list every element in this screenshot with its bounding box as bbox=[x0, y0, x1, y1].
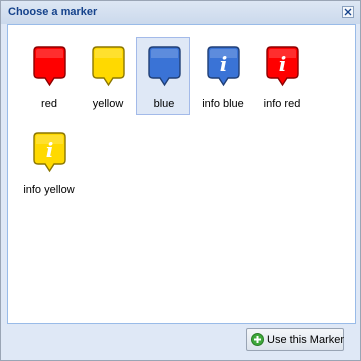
marker-label: info yellow bbox=[23, 184, 75, 196]
use-marker-button-label: Use this Marker bbox=[267, 334, 345, 346]
marker-picker-panel: red yellow blue i info blue i info red i… bbox=[7, 24, 356, 324]
marker-option-blue[interactable]: blue bbox=[136, 37, 190, 115]
close-icon bbox=[344, 8, 352, 16]
blue-marker-icon bbox=[148, 46, 181, 87]
marker-option-info-red[interactable]: i info red bbox=[254, 37, 308, 115]
marker-dialog: Choose a marker red yellow blue i info b… bbox=[0, 0, 361, 361]
close-button[interactable] bbox=[342, 6, 354, 18]
info-blue-marker-icon: i bbox=[207, 46, 240, 87]
marker-label: info red bbox=[263, 98, 301, 110]
marker-highlight bbox=[36, 49, 63, 58]
marker-option-info-blue[interactable]: i info blue bbox=[195, 37, 249, 115]
info-yellow-marker-icon: i bbox=[33, 132, 66, 173]
plus-circle-icon bbox=[251, 333, 264, 346]
info-glyph-icon: i bbox=[46, 138, 54, 162]
info-glyph-icon: i bbox=[279, 52, 287, 76]
marker-highlight bbox=[95, 49, 122, 58]
yellow-marker-icon bbox=[92, 46, 125, 87]
marker-option-red[interactable]: red bbox=[21, 37, 75, 115]
info-red-marker-icon: i bbox=[266, 46, 299, 87]
marker-highlight bbox=[151, 49, 178, 58]
info-glyph-icon: i bbox=[220, 52, 228, 76]
use-marker-button[interactable]: Use this Marker bbox=[246, 328, 344, 351]
dialog-titlebar[interactable]: Choose a marker bbox=[1, 1, 360, 24]
red-marker-icon bbox=[33, 46, 66, 87]
marker-option-info-yellow[interactable]: i info yellow bbox=[21, 123, 75, 201]
dialog-title: Choose a marker bbox=[8, 6, 98, 18]
marker-option-yellow[interactable]: yellow bbox=[80, 37, 134, 115]
